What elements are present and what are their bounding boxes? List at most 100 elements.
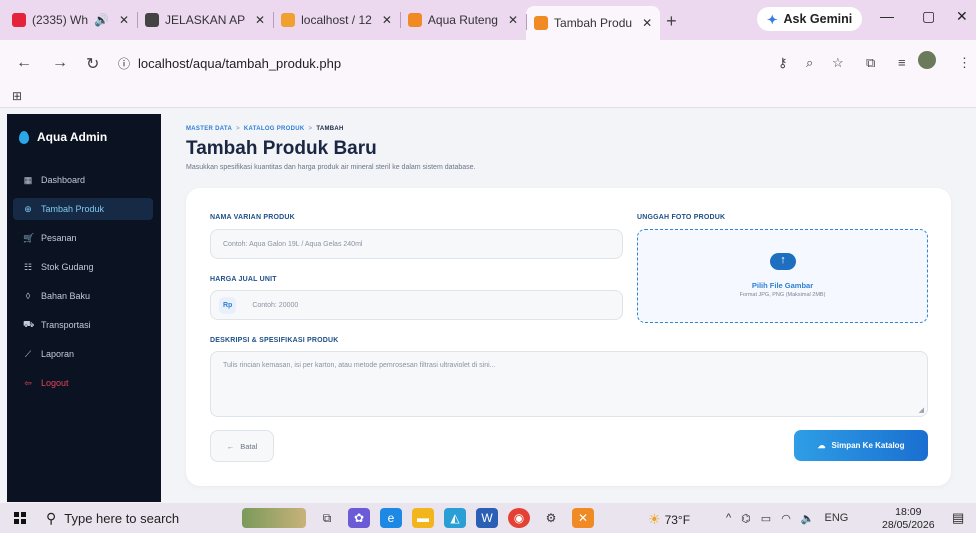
upload-dropzone[interactable]: Pilih File Gambar Format JPG, PNG (Maksi…: [637, 229, 928, 323]
notification-icon[interactable]: ▤: [952, 510, 964, 526]
windows-start-icon[interactable]: [14, 512, 26, 524]
tab-title: JELASKAN AP: [165, 13, 246, 27]
xampp-favicon-icon: [407, 13, 422, 27]
description-textarea[interactable]: Tulis rincian kemasan, isi per karton, a…: [210, 351, 928, 417]
windows-taskbar: ⚲ Type here to search ⧉ ✿ e ▬ ◭ W ◉ ⚙ ✕ …: [0, 503, 976, 533]
sidebar-item-logout[interactable]: ⇦ Logout: [13, 372, 153, 394]
network-icon[interactable]: ⌬: [741, 512, 751, 525]
taskbar-clock[interactable]: 18:09 28/05/2026: [882, 506, 935, 532]
resize-handle-icon[interactable]: ◢: [919, 406, 924, 414]
cloud-icon: ☁: [817, 441, 826, 450]
language-indicator[interactable]: ENG: [825, 512, 849, 525]
brand-logo[interactable]: Aqua Admin: [19, 130, 107, 144]
zoom-icon[interactable]: ⌕: [806, 55, 813, 71]
sidebar-item-label: Transportasi: [41, 320, 91, 330]
pinned-apps: ⧉ ✿ e ▬ ◭ W ◉ ⚙ ✕: [242, 508, 594, 528]
browser-tab[interactable]: JELASKAN AP ✕: [137, 4, 273, 36]
tab-close-icon[interactable]: ✕: [255, 13, 265, 27]
bookmark-star-icon[interactable]: ☆: [832, 55, 844, 71]
upload-photo-label: UNGGAH FOTO PRODUK: [637, 214, 726, 221]
close-window-icon[interactable]: ✕: [956, 8, 968, 25]
screenshot-icon[interactable]: ⧉: [866, 55, 875, 71]
url-field[interactable]: ⓘ localhost/aqua/tambah_produk.php: [118, 48, 818, 78]
sidebar-item-label: Logout: [41, 378, 69, 388]
save-button-label: Simpan Ke Katalog: [831, 441, 905, 450]
browser-tab-active[interactable]: Tambah Produ ✕: [526, 6, 661, 40]
dashboard-icon: ▦: [23, 174, 33, 185]
page-title: Tambah Produk Baru: [186, 138, 377, 159]
taskbar-search-box[interactable]: ⚲ Type here to search: [46, 506, 234, 530]
clock-date: 28/05/2026: [882, 519, 935, 531]
password-key-icon[interactable]: ⚷: [778, 55, 788, 71]
minimize-icon[interactable]: —: [880, 8, 894, 24]
sidebar-item-transportasi[interactable]: ⛟ Transportasi: [13, 314, 153, 336]
sidebar-item-bahan-baku[interactable]: ◊ Bahan Baku: [13, 285, 153, 307]
product-name-input[interactable]: Contoh: Aqua Galon 19L / Aqua Gelas 240m…: [210, 229, 623, 259]
search-icon: ⚲: [46, 509, 57, 526]
file-explorer-icon[interactable]: ▬: [412, 508, 434, 528]
breadcrumb-master-data[interactable]: MASTER DATA: [186, 126, 232, 132]
bookmarks-bar: ⊞: [0, 86, 976, 108]
cloud-upload-icon: [770, 253, 796, 270]
sidebar-item-dashboard[interactable]: ▦ Dashboard: [13, 169, 153, 191]
currency-prefix: Rp: [219, 296, 237, 314]
copilot-icon[interactable]: ✿: [348, 508, 370, 528]
chevron-up-icon[interactable]: ^: [726, 512, 731, 525]
description-label: DESKRIPSI & SPESIFIKASI PRODUK: [210, 337, 339, 344]
apps-grid-icon[interactable]: ⊞: [12, 89, 22, 103]
browser-tab[interactable]: (2335) Wh 🔊 ✕: [4, 4, 137, 36]
tab-close-icon[interactable]: ✕: [382, 13, 392, 27]
truck-icon: ⛟: [23, 319, 35, 329]
profile-avatar[interactable]: [918, 51, 936, 69]
xampp-icon[interactable]: ✕: [572, 508, 594, 528]
browser-tab[interactable]: localhost / 12 ✕: [273, 4, 400, 36]
system-tray: ^ ⌬ ▭ ◠ 🔈 ENG: [726, 512, 848, 525]
site-info-icon[interactable]: ⓘ: [118, 55, 130, 72]
settings-gear-icon[interactable]: ⚙: [540, 508, 562, 528]
chrome-icon[interactable]: ◉: [508, 508, 530, 528]
edge-browser-icon[interactable]: e: [380, 508, 402, 528]
breadcrumb-separator: >: [236, 126, 240, 132]
battery-icon[interactable]: ▭: [761, 512, 771, 525]
weather-widget[interactable]: ☀ 73°F: [648, 511, 690, 528]
wifi-icon[interactable]: ◠: [781, 512, 791, 525]
ask-gemini-button[interactable]: ✦ Ask Gemini: [757, 7, 863, 31]
media-control-icon[interactable]: ≡: [898, 55, 906, 70]
maximize-icon[interactable]: ▢: [922, 8, 935, 25]
tab-close-icon[interactable]: ✕: [508, 13, 518, 27]
new-tab-button[interactable]: +: [666, 11, 677, 32]
reload-icon[interactable]: ↻: [86, 54, 99, 74]
cancel-button[interactable]: ← Batal: [210, 430, 274, 462]
forward-arrow-icon[interactable]: →: [52, 54, 68, 72]
sidebar-item-label: Stok Gudang: [41, 262, 94, 272]
tab-title: localhost / 12: [301, 13, 372, 27]
back-arrow-icon[interactable]: ←: [16, 54, 32, 72]
browser-tab[interactable]: Aqua Ruteng ✕: [399, 4, 526, 36]
save-to-catalog-button[interactable]: ☁ Simpan Ke Katalog: [794, 430, 928, 461]
search-highlight-image[interactable]: [242, 508, 306, 528]
sidebar-item-tambah-produk[interactable]: ⊕ Tambah Produk: [13, 198, 153, 220]
tab-close-icon[interactable]: ✕: [119, 13, 129, 27]
sidebar-item-pesanan[interactable]: 🛒 Pesanan: [13, 227, 153, 249]
upload-title[interactable]: Pilih File Gambar: [638, 281, 927, 290]
gemini-icon: ✦: [767, 12, 778, 27]
weather-sun-icon: ☀: [648, 511, 661, 527]
cart-icon: 🛒: [23, 232, 35, 243]
breadcrumb-katalog-produk[interactable]: KATALOG PRODUK: [244, 126, 305, 132]
sidebar-item-stok-gudang[interactable]: ☷ Stok Gudang: [13, 256, 153, 278]
photos-icon[interactable]: ◭: [444, 508, 466, 528]
brand-name: Aqua Admin: [37, 130, 108, 144]
sidebar-item-label: Pesanan: [41, 233, 77, 243]
price-input[interactable]: Rp Contoh: 20000: [210, 290, 623, 320]
phpmyadmin-favicon-icon: [281, 13, 296, 27]
breadcrumb: MASTER DATA > KATALOG PRODUK > TAMBAH: [186, 126, 344, 132]
menu-kebab-icon[interactable]: ⋮: [958, 55, 971, 71]
tab-close-icon[interactable]: ✕: [642, 16, 652, 30]
task-view-icon[interactable]: ⧉: [316, 508, 338, 528]
volume-icon[interactable]: 🔈: [801, 512, 815, 525]
word-icon[interactable]: W: [476, 508, 498, 528]
audio-icon[interactable]: 🔊: [94, 13, 109, 27]
price-placeholder: Contoh: 20000: [252, 301, 299, 309]
sidebar-item-laporan[interactable]: ⟋ Laporan: [13, 343, 153, 365]
cancel-button-label: Batal: [240, 441, 258, 451]
